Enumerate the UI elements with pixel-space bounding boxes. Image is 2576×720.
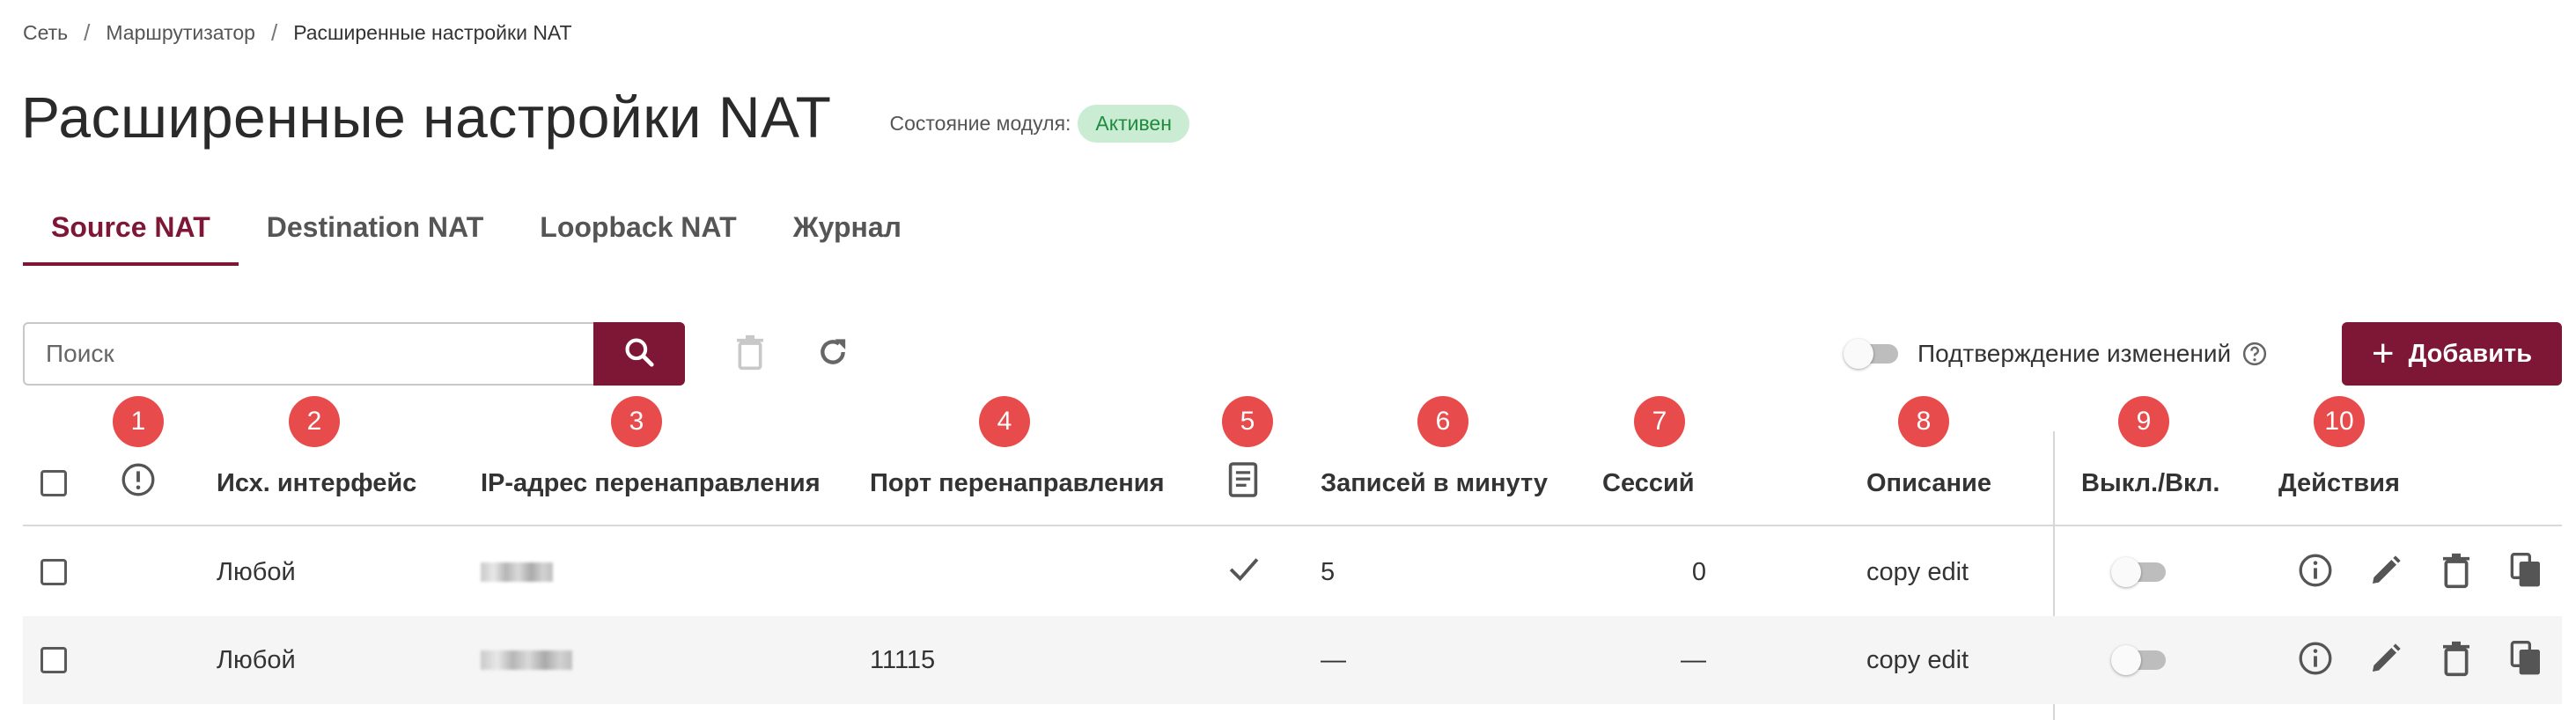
rule-enable-toggle[interactable] (2111, 645, 2166, 675)
copy-button[interactable] (2504, 637, 2550, 683)
refresh-icon (815, 334, 850, 374)
copy-button[interactable] (2504, 549, 2550, 595)
header-log-cell (1227, 440, 1259, 526)
table-header: Исх. интерфейс IP-адрес перенаправления … (23, 440, 2562, 526)
log-document-icon (1227, 460, 1259, 506)
info-button[interactable] (2293, 549, 2338, 595)
row-checkbox[interactable] (40, 647, 67, 673)
module-state-label: Состояние модуля: (889, 111, 1071, 135)
header-redirect-ip[interactable]: IP-адрес перенаправления (481, 440, 821, 526)
toggle-knob (2111, 645, 2141, 675)
add-button-label: Добавить (2408, 339, 2533, 368)
search-button[interactable] (593, 322, 685, 386)
tab-destination-nat[interactable]: Destination NAT (239, 202, 512, 266)
cell-redirect-port: 11115 (870, 645, 936, 674)
cell-toggle (2111, 528, 2166, 616)
delete-icon (2439, 551, 2474, 594)
rule-enable-toggle[interactable] (2111, 557, 2166, 587)
toolbar: Подтверждение изменений + Добавить (23, 322, 2562, 387)
refresh-button[interactable] (810, 331, 856, 377)
breadcrumb-item-network[interactable]: Сеть (23, 21, 68, 45)
header-sessions[interactable]: Сессий (1602, 440, 1695, 526)
cell-redirect-ip (481, 528, 553, 616)
cell-source-interface: Любой (217, 645, 296, 674)
edit-icon (2368, 553, 2403, 592)
cell-description: copy edit (1866, 557, 1969, 586)
edit-button[interactable] (2363, 549, 2409, 595)
confirm-changes-label: Подтверждение изменений (1917, 340, 2232, 367)
toggle-knob (2111, 557, 2141, 587)
info-button[interactable] (2293, 637, 2338, 683)
header-records-per-minute[interactable]: Записей в минуту (1321, 440, 1548, 526)
row-checkbox-cell (40, 528, 67, 616)
confirm-changes: Подтверждение изменений (1844, 322, 2268, 386)
row-checkbox-cell (40, 616, 67, 704)
alert-circle-icon (120, 461, 157, 505)
cell-records-per-minute: — (1321, 645, 1346, 674)
checkmark-icon (1225, 550, 1262, 594)
cell-description: copy edit (1866, 645, 1969, 674)
copy-icon (2509, 551, 2544, 594)
select-all-checkbox[interactable] (40, 470, 67, 496)
tab-source-nat[interactable]: Source NAT (23, 202, 239, 266)
delete-icon (2439, 639, 2474, 682)
redacted-ip (481, 650, 572, 670)
cell-redirect-ip (481, 616, 572, 704)
title-row: Расширенные настройки NAT Состояние моду… (21, 77, 1189, 157)
header-checkbox-cell (40, 440, 67, 526)
tab-loopback-nat[interactable]: Loopback NAT (512, 202, 764, 266)
table-row[interactable]: Любой 5 0 copy edit (23, 528, 2562, 616)
cell-sessions: 0 (1691, 557, 1706, 586)
copy-icon (2509, 639, 2544, 682)
breadcrumb: Сеть / Маршрутизатор / Расширенные настр… (23, 19, 572, 46)
tab-journal[interactable]: Журнал (765, 202, 930, 266)
edit-button[interactable] (2363, 637, 2409, 683)
breadcrumb-separator: / (84, 18, 91, 46)
trash-icon (732, 333, 768, 376)
edit-icon (2368, 641, 2403, 680)
cell-log (1225, 528, 1262, 616)
delete-button[interactable] (2433, 549, 2479, 595)
status-badge: Активен (1078, 104, 1189, 143)
search-input[interactable] (23, 322, 595, 386)
header-actions: Действия (2278, 468, 2400, 497)
toggle-knob (1844, 339, 1873, 369)
header-redirect-port[interactable]: Порт перенаправления (870, 440, 1165, 526)
breadcrumb-item-current: Расширенные настройки NAT (293, 20, 572, 44)
confirm-changes-toggle[interactable] (1844, 339, 1898, 369)
module-state: Состояние модуля: Активен (889, 104, 1189, 143)
table-row[interactable]: Любой 11115 — — copy edit (23, 616, 2562, 704)
add-button[interactable]: + Добавить (2342, 322, 2562, 386)
header-toggle: Выкл./Вкл. (2081, 468, 2220, 497)
cell-source-interface: Любой (217, 557, 296, 586)
info-icon (2297, 552, 2334, 593)
cell-toggle (2111, 616, 2166, 704)
plus-icon: + (2371, 332, 2395, 375)
info-icon (2297, 640, 2334, 681)
header-description[interactable]: Описание (1866, 440, 1991, 526)
help-icon[interactable] (2241, 341, 2268, 367)
header-source-interface[interactable]: Исх. интерфейс (217, 440, 416, 526)
delete-button[interactable] (2433, 637, 2479, 683)
search-icon (622, 335, 656, 373)
redacted-ip (481, 562, 553, 582)
tabs: Source NAT Destination NAT Loopback NAT … (23, 202, 930, 266)
cell-sessions: — (1681, 645, 1706, 674)
cell-records-per-minute: 5 (1321, 557, 1336, 586)
breadcrumb-item-router[interactable]: Маршрутизатор (106, 21, 255, 45)
breadcrumb-separator: / (270, 18, 278, 46)
page-title: Расширенные настройки NAT (21, 84, 832, 150)
row-checkbox[interactable] (40, 559, 67, 585)
delete-selected-button[interactable] (727, 331, 773, 377)
header-alert-cell (120, 440, 157, 526)
